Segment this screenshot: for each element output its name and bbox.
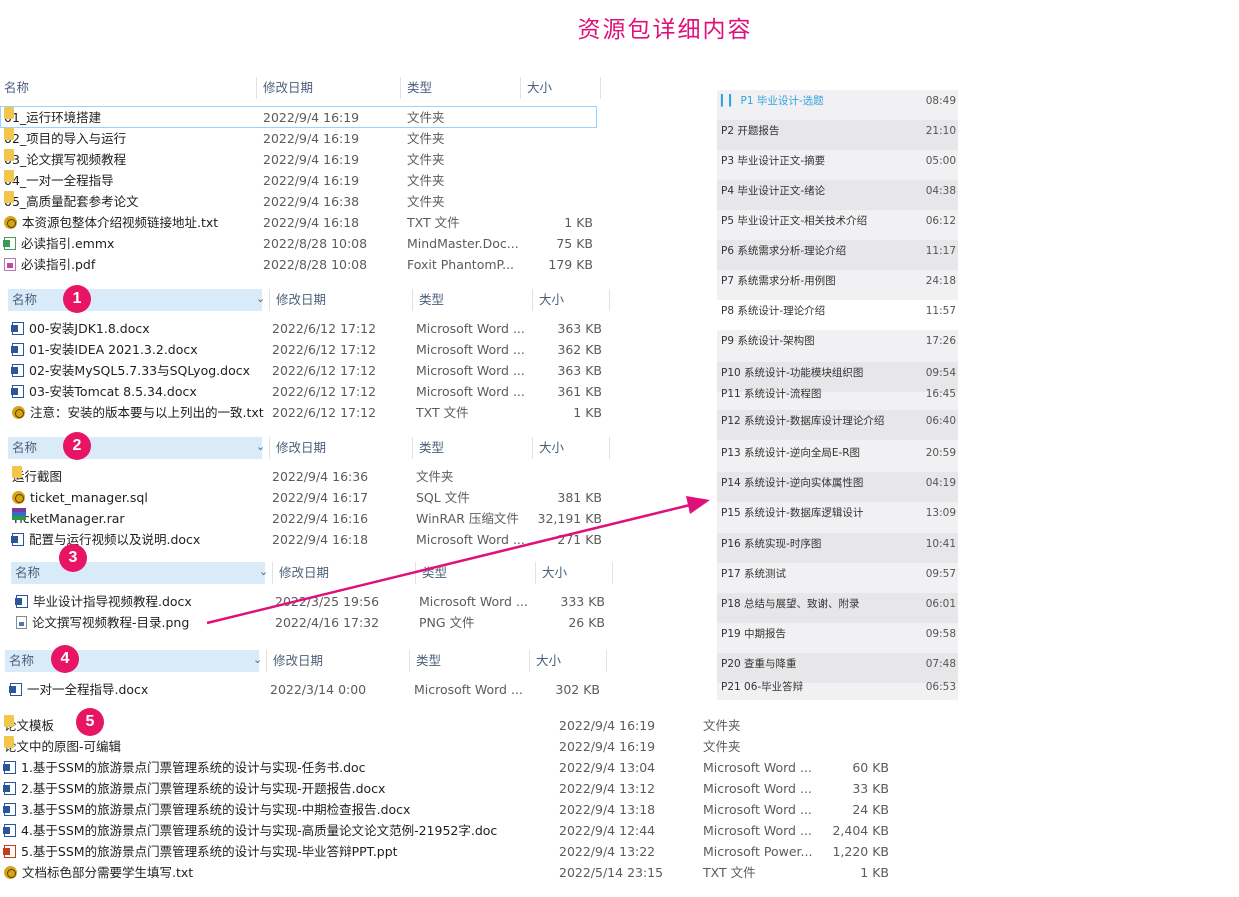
arrow-line [206,503,691,625]
pointer-arrow [206,496,710,625]
arrow-head [686,496,710,514]
